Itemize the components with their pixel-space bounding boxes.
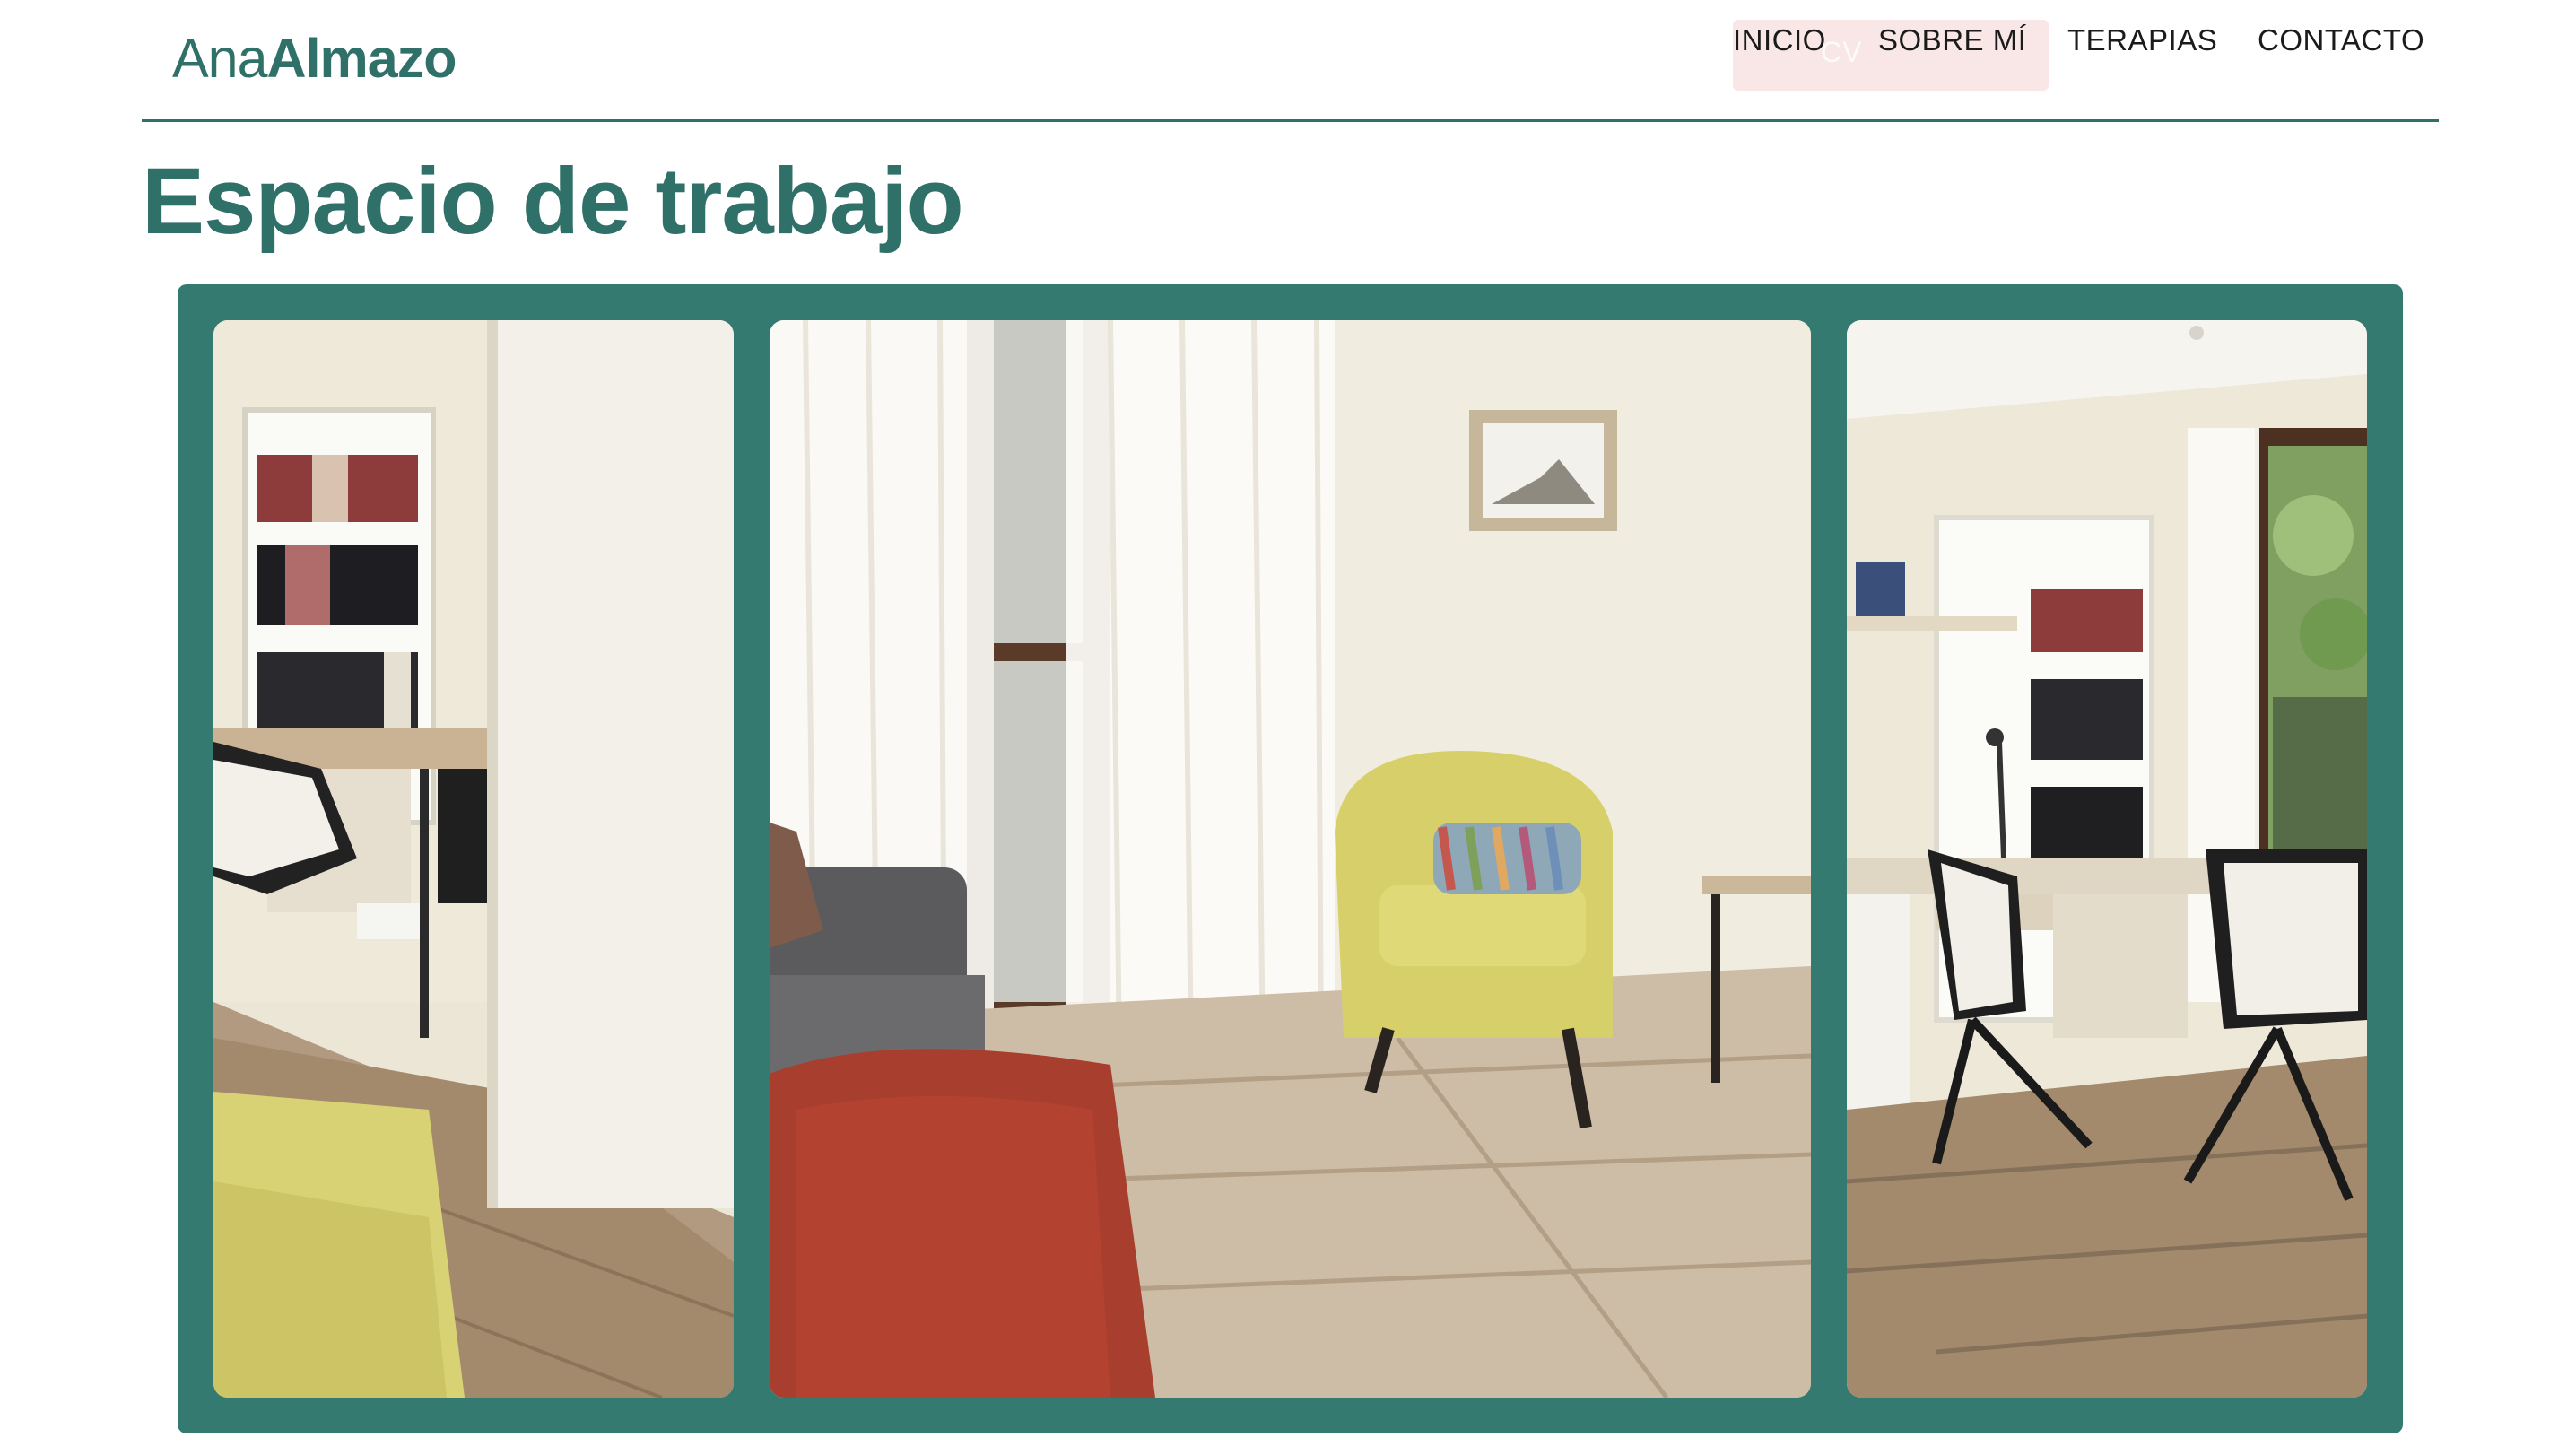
office-desk-bookshelf-photo[interactable] xyxy=(213,320,734,1398)
logo-name-last: Almazo xyxy=(266,28,457,89)
page-title: Espacio de trabajo xyxy=(142,149,964,254)
nav-item-contacto[interactable]: CONTACTO xyxy=(2258,23,2424,57)
nav-item-terapias[interactable]: TERAPIAS xyxy=(2067,23,2217,57)
site-header: AnaAlmazo xyxy=(142,0,2439,122)
office-desks-window-image xyxy=(1847,320,2367,1398)
office-desk-bookshelf-image xyxy=(213,320,734,1398)
nav-item-sobre-mi[interactable]: SOBRE MÍ xyxy=(1878,23,2026,57)
logo-name-first: Ana xyxy=(172,28,268,89)
nav-item-inicio[interactable]: INICIO xyxy=(1733,23,1826,57)
therapy-room-armchair-photo[interactable] xyxy=(770,320,1811,1398)
site-logo[interactable]: AnaAlmazo xyxy=(172,27,457,90)
nav-ghost-label: CV xyxy=(1821,36,1863,68)
workspace-gallery xyxy=(178,284,2403,1433)
page: AnaAlmazo CV INICIO SOBRE MÍ TERAPIAS CO… xyxy=(0,0,2576,1455)
office-desks-window-photo[interactable] xyxy=(1847,320,2367,1398)
therapy-room-armchair-image xyxy=(770,320,1811,1398)
